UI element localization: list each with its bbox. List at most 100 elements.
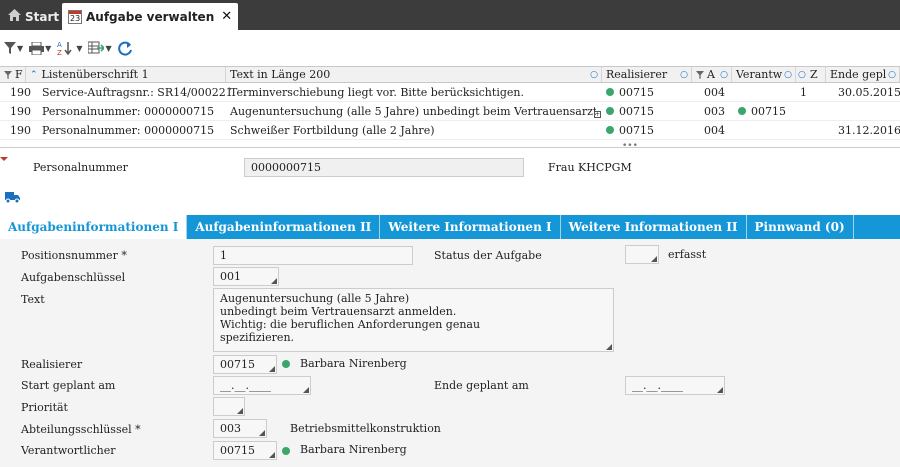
dept-label: Abteilungsschlüssel * <box>21 423 141 436</box>
col-header-ende[interactable]: Ende gepl ○ <box>826 67 900 82</box>
cell-verantw: 00715 <box>734 102 786 120</box>
resp-label: Verantwortlicher <box>21 444 116 457</box>
real-name: Barbara Nirenberg <box>300 357 407 370</box>
export-button[interactable]: ▼ <box>88 41 112 55</box>
personalnummer-field: 0000000715 <box>244 158 524 177</box>
cell-title: Personalnummer: 0000000715 <box>42 123 215 137</box>
cell-a: 003 <box>704 104 725 118</box>
cell-z: 1 <box>800 85 807 99</box>
status-dot <box>282 360 290 368</box>
task-grid: F ⌃ Listenüberschrift 1 Text in Länge 20… <box>0 66 900 140</box>
calendar-icon: 23 <box>68 9 82 24</box>
cell-ende: 31.12.2016 <box>838 123 900 137</box>
cell-f: 190 <box>10 123 31 137</box>
section-tabs: Aufgabeninformationen I Aufgabeninformat… <box>0 215 900 239</box>
cell-realisierer: 00715 <box>602 121 654 139</box>
tab-weitere-informationen-1[interactable]: Weitere Informationen I <box>380 215 561 239</box>
status-text: erfasst <box>668 248 707 261</box>
resp-name: Barbara Nirenberg <box>300 443 407 456</box>
home-icon <box>8 9 21 24</box>
prio-select[interactable] <box>213 397 245 416</box>
tab-aufgabe-verwalten[interactable]: 23 Aufgabe verwalten ✕ <box>62 3 239 30</box>
cell-f: 190 <box>10 85 31 99</box>
end-label: Ende geplant am <box>434 379 529 392</box>
filter-button[interactable]: ▼ <box>4 42 23 54</box>
tab-aufgabeninformationen-2[interactable]: Aufgabeninformationen II <box>187 215 381 239</box>
sort-icon: ○ <box>720 69 728 80</box>
cell-ende <box>834 102 838 120</box>
cell-realisierer: 00715 <box>602 102 654 120</box>
text-label: Text <box>21 293 45 306</box>
status-dot <box>606 107 614 115</box>
status-dot <box>738 107 746 115</box>
cell-f: 190 <box>10 104 31 118</box>
refresh-icon <box>117 41 132 56</box>
person-label: Personalnummer <box>33 161 128 174</box>
cell-a: 004 <box>704 85 725 99</box>
sort-asc-icon: ⌃ <box>30 69 38 80</box>
key-field[interactable]: 001 <box>213 267 279 286</box>
col-header-a[interactable]: A ○ <box>692 67 732 82</box>
resp-field[interactable]: 00715 <box>213 441 277 460</box>
table-row[interactable]: 190 Service-Auftragsnr.: SR14/000221 Ter… <box>0 83 900 102</box>
sort-icon: ○ <box>784 69 792 80</box>
sort-az-icon: AZ <box>57 41 72 55</box>
refresh-button[interactable] <box>117 41 133 56</box>
cell-text: Schweißer Fortbildung (alle 2 Jahre) <box>230 123 435 137</box>
truck-icon[interactable] <box>5 192 20 206</box>
sort-button[interactable]: A Z ▼ <box>57 41 82 55</box>
status-dot <box>606 88 614 96</box>
real-label: Realisierer <box>21 358 83 371</box>
cell-text: Augenuntersuchung (alle 5 Jahre) unbedin… <box>230 104 596 118</box>
col-header-verantw[interactable]: Verantw ○ <box>732 67 796 82</box>
cell-ende: 30.05.2015 <box>838 85 900 99</box>
tab-aufgabeninformationen-1[interactable]: Aufgabeninformationen I <box>0 215 188 239</box>
tab-start[interactable]: Start <box>2 3 65 30</box>
collapse-icon[interactable] <box>0 157 8 161</box>
col-header-realisierer[interactable]: Realisierer ○ <box>602 67 692 82</box>
start-date-field[interactable]: __.__.____ <box>213 376 311 395</box>
tab-pinnwand[interactable]: Pinnwand (0) <box>747 215 854 239</box>
sort-icon: ○ <box>590 69 598 80</box>
pos-field[interactable]: 1 <box>213 246 413 265</box>
dept-field[interactable]: 003 <box>213 419 267 438</box>
cell-realisierer: 00715 <box>602 83 654 101</box>
prio-label: Priorität <box>21 401 68 414</box>
export-icon <box>88 41 105 54</box>
cell-a: 004 <box>704 123 725 137</box>
tab-label: Start <box>25 9 60 24</box>
cell-title: Personalnummer: 0000000715 <box>42 104 215 118</box>
table-row[interactable]: 190 Personalnummer: 0000000715 Augenunte… <box>0 102 900 121</box>
col-header-text[interactable]: Text in Länge 200 ○ <box>226 67 602 82</box>
status-select[interactable] <box>625 245 659 264</box>
sort-icon: ○ <box>798 69 806 80</box>
col-header-z[interactable]: Z ○ <box>796 67 826 82</box>
cell-title: Service-Auftragsnr.: SR14/000221 <box>42 85 233 99</box>
key-label: Aufgabenschlüssel <box>21 271 126 284</box>
status-dot <box>282 447 290 455</box>
dept-name: Betriebsmittelkonstruktion <box>290 422 441 435</box>
table-row[interactable]: 190 Personalnummer: 0000000715 Schweißer… <box>0 121 900 140</box>
status-label: Status der Aufgabe <box>434 249 542 262</box>
real-field[interactable]: 00715 <box>213 355 277 374</box>
col-header-f[interactable]: F <box>0 67 26 82</box>
col-header-listenueberschrift[interactable]: ⌃ Listenüberschrift 1 <box>26 67 226 82</box>
svg-text:Z: Z <box>57 49 62 55</box>
tab-weitere-informationen-2[interactable]: Weitere Informationen II <box>561 215 747 239</box>
splitter[interactable] <box>0 147 900 148</box>
status-dot <box>606 126 614 134</box>
toolbar: ▼ ▼ A Z ▼ ▼ <box>0 33 900 63</box>
text-area[interactable]: Augenuntersuchung (alle 5 Jahre) unbedin… <box>213 288 614 352</box>
splitter-handle[interactable]: ••• <box>622 141 638 151</box>
expand-icon[interactable]: + <box>594 111 601 118</box>
tab-label: Aufgabe verwalten <box>86 9 215 24</box>
close-icon[interactable]: ✕ <box>221 9 232 24</box>
tab-bar: Start 23 Aufgabe verwalten ✕ <box>0 0 900 30</box>
filter-icon <box>4 70 12 79</box>
pos-label: Positionsnummer * <box>21 249 127 262</box>
person-name: Frau KHCPGM <box>548 161 632 174</box>
end-date-field[interactable]: __.__.____ <box>625 376 725 395</box>
sort-icon: ○ <box>888 69 896 80</box>
start-label: Start geplant am <box>21 379 116 392</box>
print-button[interactable]: ▼ <box>29 41 51 55</box>
